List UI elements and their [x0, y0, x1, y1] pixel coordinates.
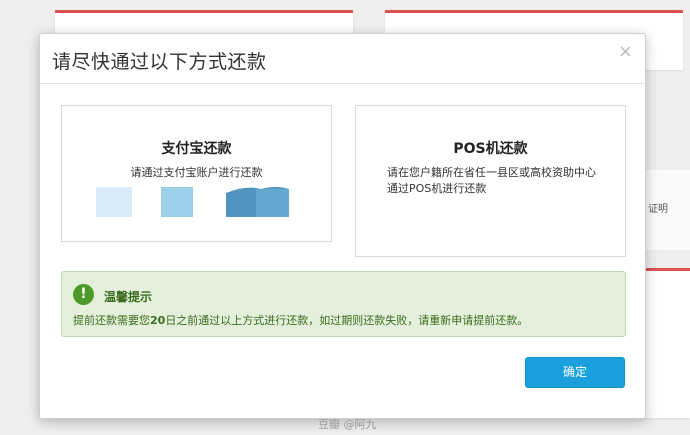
tip-text-after: 日之前通过以上方式进行还款，如过期则还款失败，请重新申请提前还款。: [165, 314, 529, 327]
close-icon[interactable]: ×: [618, 42, 633, 62]
alipay-option-description: 请通过支付宝账户进行还款: [130, 166, 263, 179]
confirm-button[interactable]: 确定: [525, 357, 625, 388]
alipay-option-title: 支付宝还款: [161, 141, 232, 157]
alipay-image-block: [161, 187, 193, 217]
pos-option-title: POS机还款: [453, 141, 528, 157]
background-card-lower: [640, 268, 690, 418]
pos-option-description: 请在您户籍所在省任一县区或高校资助中心 通过POS机进行还款: [387, 165, 605, 197]
repayment-modal: 请尽快通过以下方式还款 × 支付宝还款 请通过支付宝账户进行还款 POS机还款 …: [39, 33, 646, 419]
tip-title: 温馨提示: [104, 290, 153, 304]
exclamation-icon: !: [73, 284, 94, 305]
alipay-image-block: [96, 187, 132, 217]
tip-text-before: 提前还款需要您: [73, 314, 150, 327]
modal-header: 请尽快通过以下方式还款 ×: [40, 34, 645, 84]
tip-text-days: 20: [150, 314, 166, 327]
pos-description-line: 通过POS机进行还款: [387, 182, 487, 195]
warm-tip-box: ! 温馨提示 提前还款需要您20日之前通过以上方式进行还款，如过期则还款失败，请…: [61, 271, 626, 337]
alipay-repayment-option: 支付宝还款 请通过支付宝账户进行还款: [61, 105, 332, 242]
pos-repayment-option: POS机还款 请在您户籍所在省任一县区或高校资助中心 通过POS机进行还款: [355, 105, 626, 257]
pos-description-line: 请在您户籍所在省任一县区或高校资助中心: [387, 166, 596, 179]
alipay-image: [96, 187, 289, 217]
modal-title: 请尽快通过以下方式还款: [52, 51, 267, 73]
alipay-image-block: [256, 189, 289, 217]
watermark: 豆瓣 @阿九: [318, 418, 377, 431]
background-side-text: 证明: [648, 204, 668, 215]
tip-text: 提前还款需要您20日之前通过以上方式进行还款，如过期则还款失败，请重新申请提前还…: [73, 312, 528, 328]
